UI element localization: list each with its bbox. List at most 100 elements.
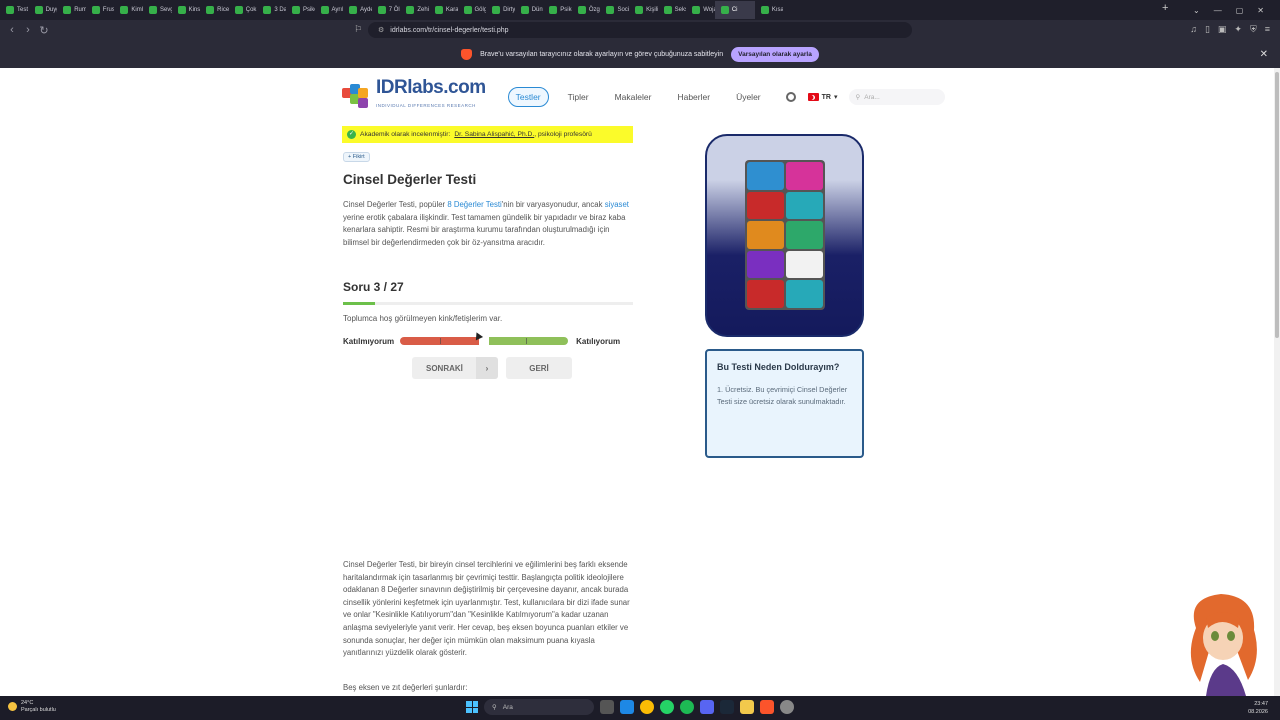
- nav-types[interactable]: Tipler: [561, 88, 596, 106]
- nav-articles[interactable]: Makaleler: [608, 88, 659, 106]
- browser-tab[interactable]: Test cit: [0, 1, 29, 19]
- vpn-icon[interactable]: ⛨: [1250, 24, 1257, 35]
- leo-icon[interactable]: ✦: [1234, 24, 1242, 35]
- browser-tab[interactable]: Özgür: [572, 1, 600, 19]
- browser-tab[interactable]: Dirty D: [486, 1, 515, 19]
- browser-tab[interactable]: Psikol: [543, 1, 572, 19]
- browser-tab[interactable]: Kinsey: [172, 1, 200, 19]
- spotify-icon[interactable]: [680, 700, 694, 714]
- strong-disagree-tick[interactable]: [440, 338, 442, 344]
- browser-tab[interactable]: Gölge: [458, 1, 486, 19]
- tab-favicon-icon: [377, 6, 386, 14]
- search-placeholder: Ara...: [864, 93, 880, 101]
- browser-tab[interactable]: 7 Ölüm: [372, 1, 401, 19]
- brave-icon[interactable]: [760, 700, 774, 714]
- browser-tab[interactable]: Kimlik: [114, 1, 143, 19]
- browser-tab[interactable]: Ci: [714, 1, 755, 19]
- browser-tab[interactable]: Rumin: [57, 1, 86, 19]
- site-search-input[interactable]: ⚲ Ara...: [849, 89, 946, 105]
- back-button[interactable]: GERİ: [506, 357, 572, 379]
- language-selector[interactable]: TR ▾: [807, 93, 837, 101]
- set-default-button[interactable]: Varsayılan olarak ayarla: [731, 46, 819, 62]
- tab-favicon-icon: [177, 6, 186, 14]
- theme-toggle-icon[interactable]: [785, 92, 796, 102]
- media-icon[interactable]: ♫: [1190, 24, 1197, 35]
- browser-tab[interactable]: Aydem: [343, 1, 372, 19]
- edge-icon[interactable]: [620, 700, 634, 714]
- browser-tab[interactable]: 3 Daki: [257, 1, 286, 19]
- tab-label: Seksüe: [674, 7, 687, 13]
- file-explorer-icon[interactable]: [740, 700, 754, 714]
- tab-label: Ci: [731, 7, 738, 13]
- bookmark-icon[interactable]: ⚐: [354, 24, 362, 35]
- weather-widget[interactable]: 24°C Parçalı bulutlu: [8, 700, 56, 714]
- minimize-button[interactable]: —: [1214, 6, 1222, 15]
- browser-tab[interactable]: Çok Bo: [229, 1, 257, 19]
- back-icon[interactable]: ‹: [4, 24, 20, 36]
- browser-tab[interactable]: Seksüe: [658, 1, 687, 19]
- clock-date: 08.2026: [1248, 709, 1268, 715]
- tab-label: 7 Ölüm: [388, 7, 401, 13]
- tab-favicon-icon: [520, 6, 529, 14]
- windows-start-icon[interactable]: [466, 701, 478, 713]
- browser-tab[interactable]: Psikop: [286, 1, 315, 19]
- page-scrollbar[interactable]: [1274, 68, 1280, 696]
- chrome-icon[interactable]: [640, 700, 654, 714]
- forward-icon[interactable]: ›: [20, 24, 36, 36]
- tab-label: Kişilik: [646, 7, 658, 13]
- reload-icon[interactable]: ↻: [36, 24, 52, 37]
- app-icon[interactable]: [780, 700, 794, 714]
- discord-icon[interactable]: [700, 700, 714, 714]
- nav-news[interactable]: Haberler: [670, 88, 717, 106]
- task-view-icon[interactable]: [600, 700, 614, 714]
- browser-tab[interactable]: Karanl: [429, 1, 458, 19]
- new-tab-button[interactable]: +: [1162, 2, 1168, 14]
- browser-tab[interactable]: Kişilik: [629, 1, 658, 19]
- menu-icon[interactable]: ≡: [1265, 24, 1270, 35]
- wallet-icon[interactable]: ▣: [1218, 24, 1227, 35]
- bed-icon: [786, 280, 823, 308]
- whatsapp-icon[interactable]: [660, 700, 674, 714]
- infobar-close-icon[interactable]: ✕: [1260, 49, 1268, 60]
- close-window-button[interactable]: ✕: [1257, 6, 1264, 15]
- system-clock[interactable]: 23:47 08.2026: [1248, 700, 1268, 716]
- nav-members[interactable]: Üyeler: [729, 88, 768, 106]
- browser-tab[interactable]: Dünya: [515, 1, 543, 19]
- next-button[interactable]: SONRAKİ ›: [412, 357, 498, 379]
- browser-tab[interactable]: Ayrılık: [315, 1, 343, 19]
- sidebar-icon[interactable]: ▯: [1205, 24, 1210, 35]
- browser-tab-bar: Test cit Duygu Rumin Frustra Kimlik Sevgi Kins…: [0, 0, 1280, 20]
- intro-text: Cinsel Değerler Testi, popüler: [343, 200, 448, 209]
- agree-segment[interactable]: [489, 337, 569, 345]
- browser-tab[interactable]: Frustra: [86, 1, 114, 19]
- tab-list-icon[interactable]: ⌄: [1193, 6, 1200, 15]
- scrollbar-thumb[interactable]: [1275, 72, 1279, 338]
- intro-text: 'nin bir varyasyonudur, ancak: [501, 200, 605, 209]
- question-progress-bar: [343, 302, 633, 305]
- site-logo[interactable]: IDRlabs.com INDIVIDUAL DIFFERENCES RESEA…: [342, 78, 486, 115]
- add-idea-badge[interactable]: + Fikirt: [343, 152, 370, 162]
- browser-tab[interactable]: Zehirli: [400, 1, 429, 19]
- politics-link[interactable]: siyaset: [605, 200, 629, 209]
- 8values-link[interactable]: 8 Değerler Testi: [447, 200, 501, 209]
- browser-tab[interactable]: Rice Sa: [200, 1, 229, 19]
- strong-agree-tick[interactable]: [526, 338, 528, 344]
- logo-tagline: INDIVIDUAL DIFFERENCES RESEARCH: [376, 103, 476, 108]
- browser-tab[interactable]: Social: [600, 1, 629, 19]
- tab-favicon-icon: [148, 6, 157, 14]
- maximize-button[interactable]: ▢: [1236, 6, 1244, 15]
- tab-label: Duygu: [45, 7, 58, 13]
- window-controls: ⌄ — ▢ ✕: [1193, 0, 1280, 20]
- site-settings-icon[interactable]: ⚙: [378, 26, 384, 34]
- url-field[interactable]: ⚙ idrlabs.com/tr/cinsel-degerler/testi.p…: [368, 22, 912, 38]
- browser-tab[interactable]: Duygu: [29, 1, 58, 19]
- reviewer-link[interactable]: Dr. Sabina Alispahić, Ph.D.: [454, 131, 534, 138]
- nav-tests[interactable]: Testler: [507, 87, 549, 107]
- browser-tab[interactable]: Sevgi: [143, 1, 172, 19]
- steam-icon[interactable]: [720, 700, 734, 714]
- taskbar-search[interactable]: ⚲ Ara: [484, 699, 594, 715]
- browser-tab[interactable]: Wojak: [686, 1, 715, 19]
- browser-tab[interactable]: Kısa B: [755, 1, 783, 19]
- answer-slider[interactable]: [400, 337, 569, 345]
- toolbar-icons: ♫ ▯ ▣ ✦ ⛨ ≡: [1190, 24, 1270, 35]
